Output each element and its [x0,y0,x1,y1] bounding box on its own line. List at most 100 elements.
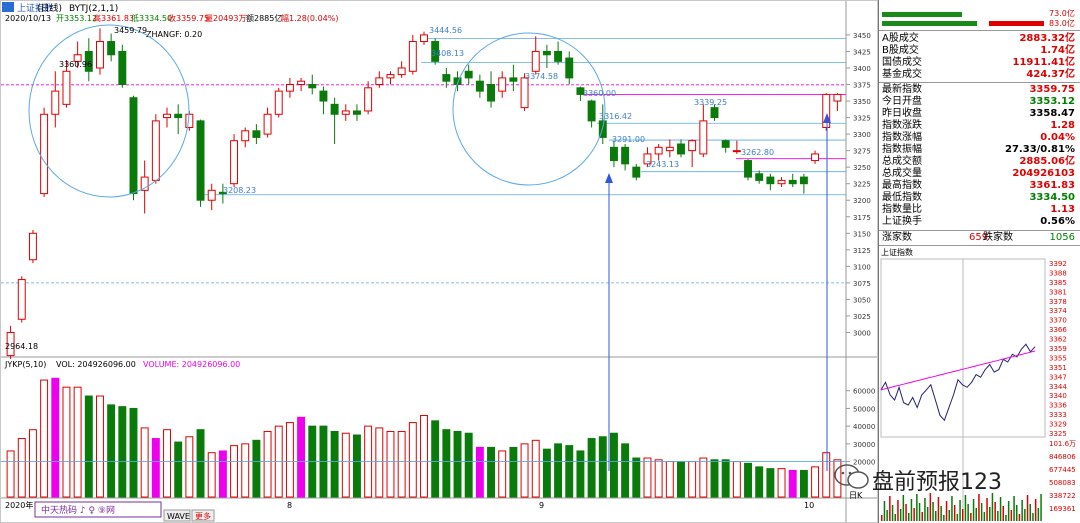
candle[interactable] [129,95,138,201]
volume-bar[interactable] [520,443,529,498]
volume-bar[interactable] [252,439,261,498]
candle[interactable] [665,139,674,158]
volume-bar[interactable] [163,429,171,498]
candle[interactable] [107,33,116,62]
volume-bar[interactable] [73,386,82,498]
volume-bar[interactable] [151,438,160,498]
candle[interactable] [531,36,540,75]
candle[interactable] [542,44,551,68]
circle-annotation-right[interactable] [452,32,606,186]
volume-bar[interactable] [107,404,116,498]
volume-bar[interactable] [699,457,708,498]
candle[interactable] [822,93,831,131]
candle[interactable] [17,276,26,323]
candle[interactable] [699,104,708,158]
candle[interactable] [274,87,283,118]
candle[interactable] [632,163,641,181]
volume-bar[interactable] [6,450,15,498]
volume-bar[interactable] [464,432,473,498]
volume-bar[interactable] [643,457,652,498]
candle[interactable] [319,86,328,115]
candle[interactable] [788,173,797,187]
candle[interactable] [721,139,730,153]
volume-bar[interactable] [241,443,250,498]
candle[interactable] [297,77,306,92]
volume-bar[interactable] [62,386,71,498]
candle[interactable] [777,177,786,187]
volume-bar[interactable] [475,446,484,498]
candle[interactable] [609,140,618,168]
volume-bar[interactable] [453,430,462,498]
volume-bar[interactable] [598,436,607,498]
volume-bar[interactable] [431,420,440,498]
volume-bar[interactable] [185,436,194,498]
volume-bar[interactable] [766,468,775,498]
candle[interactable] [252,124,261,145]
volume-bar[interactable] [487,446,496,498]
volume-bar[interactable] [118,406,127,498]
volume-bar[interactable] [96,395,104,498]
candle[interactable] [341,104,350,121]
candle[interactable] [587,99,596,128]
candle[interactable] [352,104,361,121]
candle[interactable] [453,71,462,92]
volume-bar[interactable] [576,450,585,498]
volume-bar[interactable] [297,416,306,498]
candle[interactable] [285,77,294,98]
volume-bar[interactable] [542,448,551,498]
candle[interactable] [408,34,417,75]
volume-bar[interactable] [677,461,685,498]
volume-bar[interactable] [218,450,227,498]
volume-bar[interactable] [386,430,395,498]
volume-bar[interactable] [207,452,216,498]
volume-bar[interactable] [565,445,574,498]
volume-bar[interactable] [621,443,630,498]
volume-bar[interactable] [230,445,239,498]
candle[interactable] [833,93,842,111]
volume-bar[interactable] [811,466,820,498]
candle[interactable] [51,71,60,128]
volume-bar[interactable] [531,439,540,498]
volume-bar[interactable] [174,441,183,498]
volume-bar[interactable] [632,457,641,498]
volume-bar[interactable] [587,438,596,498]
volume-bar[interactable] [654,459,663,498]
volume-bar[interactable] [822,452,831,498]
volume-bar[interactable] [710,459,719,498]
volume-bar[interactable] [755,466,764,498]
volume-bar[interactable] [442,429,451,498]
candle[interactable] [732,140,741,154]
candle[interactable] [744,159,752,181]
volume-bar[interactable] [263,430,272,498]
candle[interactable] [464,64,473,85]
candle[interactable] [487,71,496,108]
volume-bar[interactable] [196,429,205,498]
volume-bar[interactable] [554,443,563,498]
candle[interactable] [799,173,808,194]
volume-bar[interactable] [375,427,384,498]
candle[interactable] [151,114,160,184]
volume-bar[interactable] [285,422,294,498]
volume-bar[interactable] [744,462,752,498]
volume-series[interactable] [1,377,846,498]
candle[interactable] [263,107,272,138]
volume-bar[interactable] [721,459,730,498]
menu-icon[interactable] [2,2,14,12]
volume-bar[interactable] [330,430,339,498]
candle[interactable] [688,139,697,168]
volume-bar[interactable] [84,395,93,498]
kline-chart-panel[interactable]: 上证指数 (日线) BYTJ(2,1,1) 2020/10/13 开3353.1… [0,0,878,523]
volume-bar[interactable] [341,432,350,498]
volume-bar[interactable] [777,468,786,498]
volume-bar[interactable] [688,461,697,498]
candle[interactable] [498,71,507,98]
volume-bar[interactable] [408,422,417,498]
volume-bar[interactable] [28,429,37,498]
candle[interactable] [621,144,630,171]
volume-bar[interactable] [129,407,138,498]
candle[interactable] [207,183,216,211]
candle[interactable] [118,44,127,88]
volume-bar[interactable] [51,377,60,498]
candle[interactable] [28,229,37,264]
candle[interactable] [420,31,428,45]
